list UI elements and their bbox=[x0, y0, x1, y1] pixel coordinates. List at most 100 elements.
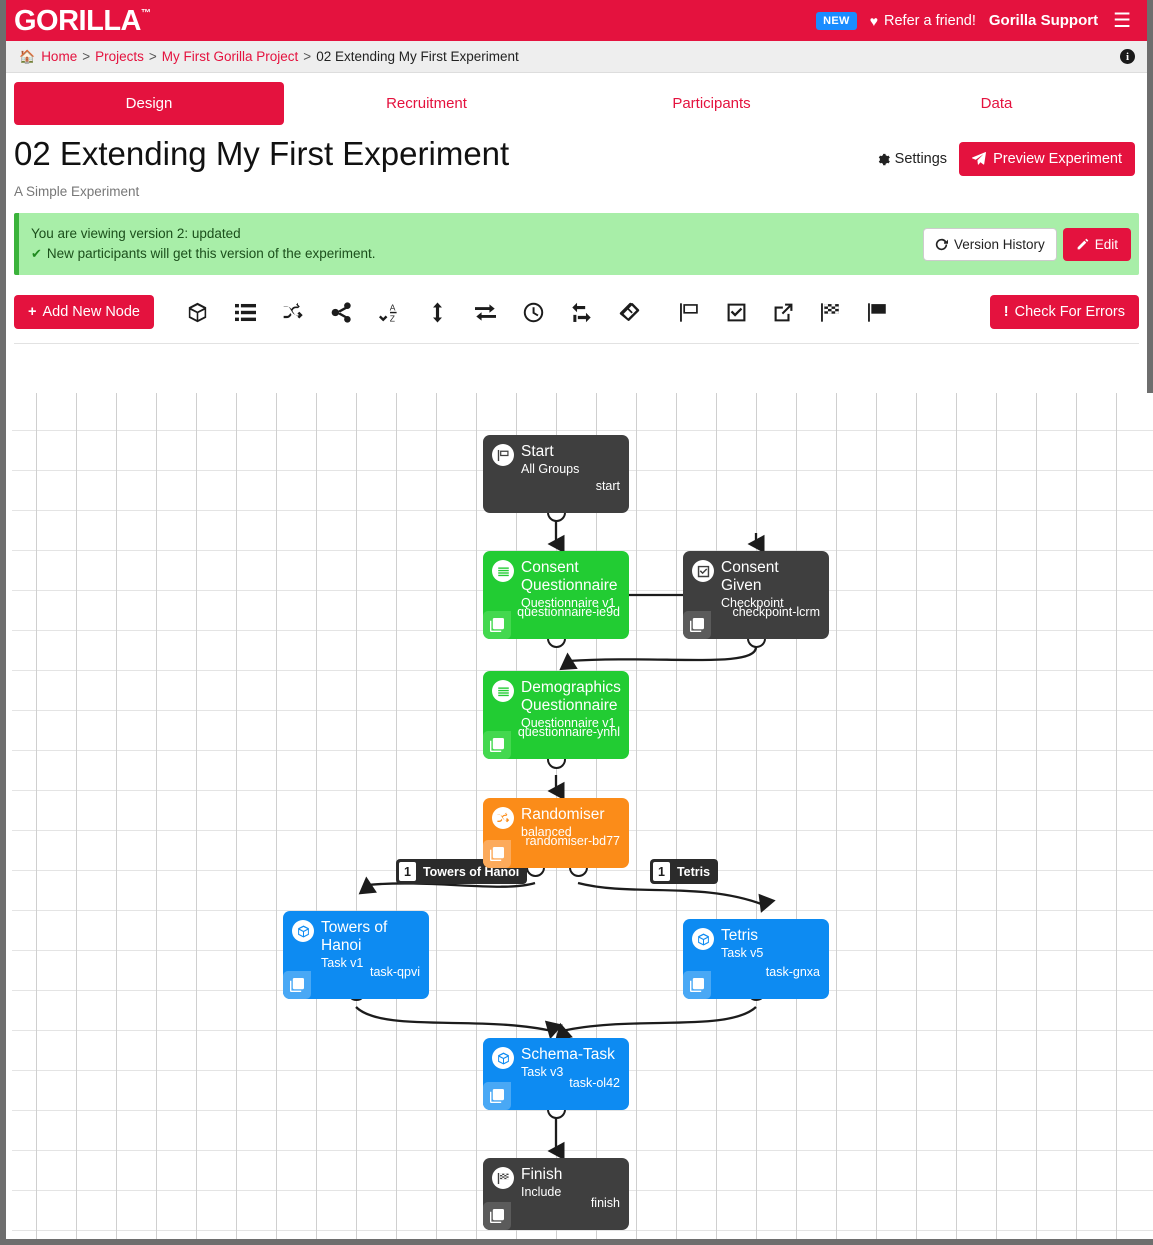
flag-checkered-icon[interactable] bbox=[819, 301, 841, 323]
version-banner-line2-row: ✔ New participants will get this version… bbox=[31, 244, 376, 264]
node-titles: Consent Questionnaire Questionnaire v1 bbox=[521, 559, 620, 611]
breadcrumb-item-project[interactable]: My First Gorilla Project bbox=[162, 49, 299, 64]
node-title: Finish bbox=[521, 1166, 563, 1183]
flow-node-finish[interactable]: Finish Include finish bbox=[483, 1158, 629, 1230]
paper-plane-icon bbox=[972, 152, 987, 165]
home-icon: 🏠 bbox=[19, 48, 36, 64]
node-id: task-qpvi bbox=[369, 965, 420, 979]
experiment-flow-canvas[interactable]: 1 Towers of Hanoi 1 Tetris Start All Gro… bbox=[12, 393, 1153, 1239]
gorilla-logo[interactable]: GORILLA ™ bbox=[14, 6, 151, 36]
edge-checkpoint-to-demographics bbox=[559, 646, 758, 671]
tab-data[interactable]: Data bbox=[854, 82, 1139, 125]
list-icon[interactable] bbox=[234, 301, 256, 323]
top-navigation-bar: GORILLA ™ NEW ♥ Refer a friend! Gorilla … bbox=[6, 0, 1147, 41]
flow-node-towers-of-hanoi[interactable]: Towers of Hanoi Task v1 task-qpvi bbox=[283, 911, 429, 999]
breadcrumb-item-current: 02 Extending My First Experiment bbox=[316, 49, 519, 64]
refer-a-friend-link[interactable]: ♥ Refer a friend! bbox=[870, 13, 976, 29]
check-for-errors-button[interactable]: ! Check For Errors bbox=[989, 295, 1139, 329]
duplicate-node-icon[interactable] bbox=[483, 731, 511, 759]
tab-participants[interactable]: Participants bbox=[569, 82, 854, 125]
breadcrumb-item-home[interactable]: Home bbox=[41, 49, 77, 64]
heart-icon: ♥ bbox=[869, 12, 878, 29]
breadcrumb-separator: > bbox=[148, 49, 157, 64]
hamburger-menu-icon[interactable]: ☰ bbox=[1111, 11, 1133, 31]
version-history-button[interactable]: Version History bbox=[922, 227, 1057, 261]
duplicate-node-icon[interactable] bbox=[683, 611, 711, 639]
top-nav-actions: NEW ♥ Refer a friend! Gorilla Support ☰ bbox=[816, 11, 1133, 31]
flag-solid-icon[interactable] bbox=[866, 301, 888, 323]
retweet-icon[interactable] bbox=[570, 301, 592, 323]
toolbar-flow-markers-group bbox=[678, 301, 888, 323]
check-square-icon bbox=[692, 560, 714, 582]
flag-outline-icon[interactable] bbox=[678, 301, 700, 323]
flow-node-demographics-questionnaire[interactable]: Demographics Questionnaire Questionnaire… bbox=[483, 671, 629, 759]
version-history-label: Version History bbox=[953, 236, 1045, 252]
settings-button[interactable]: Settings bbox=[877, 151, 947, 167]
plus-icon: + bbox=[28, 304, 37, 320]
flow-node-consent-questionnaire[interactable]: Consent Questionnaire Questionnaire v1 q… bbox=[483, 551, 629, 639]
settings-label: Settings bbox=[894, 151, 948, 167]
node-titles: Towers of Hanoi Task v1 bbox=[321, 919, 420, 971]
page-title: 02 Extending My First Experiment bbox=[14, 135, 510, 172]
flag-checkered-icon bbox=[492, 1167, 514, 1189]
flow-node-randomiser[interactable]: Randomiser balanced randomiser-bd77 bbox=[483, 798, 629, 868]
cube-icon[interactable] bbox=[186, 301, 208, 323]
duplicate-node-icon[interactable] bbox=[483, 611, 511, 639]
gorilla-support-link[interactable]: Gorilla Support bbox=[989, 12, 1098, 29]
duplicate-node-icon[interactable] bbox=[483, 840, 511, 868]
node-header: Demographics Questionnaire Questionnaire… bbox=[492, 679, 621, 731]
node-titles: Start All Groups bbox=[521, 443, 579, 477]
breadcrumb-separator: > bbox=[303, 49, 312, 64]
duplicate-node-icon[interactable] bbox=[683, 971, 711, 999]
node-header: Tetris Task v5 bbox=[692, 927, 820, 961]
node-id: checkpoint-lcrm bbox=[732, 605, 820, 619]
flow-node-consent-given[interactable]: Consent Given Checkpoint checkpoint-lcrm bbox=[683, 551, 829, 639]
node-header: Consent Given Checkpoint bbox=[692, 559, 820, 611]
exchange-icon[interactable] bbox=[474, 301, 496, 323]
flow-node-tetris[interactable]: Tetris Task v5 task-gnxa bbox=[683, 919, 829, 999]
branch-label-tetris[interactable]: 1 Tetris bbox=[650, 859, 719, 884]
check-for-errors-label: Check For Errors bbox=[1014, 304, 1125, 320]
flow-node-schema-task[interactable]: Schema-Task Task v3 task-ol42 bbox=[483, 1038, 629, 1110]
check-icon: ✔ bbox=[31, 246, 42, 261]
node-id: questionnaire-ynhl bbox=[517, 725, 620, 739]
version-banner-line2: New participants will get this version o… bbox=[46, 246, 376, 261]
node-header: Start All Groups bbox=[492, 443, 620, 477]
trademark-symbol: ™ bbox=[141, 7, 151, 19]
breadcrumb-item-projects[interactable]: Projects bbox=[95, 49, 144, 64]
info-circle-icon[interactable]: i bbox=[1120, 49, 1135, 64]
breadcrumb: 🏠 Home > Projects > My First Gorilla Pro… bbox=[19, 49, 519, 65]
add-new-node-button[interactable]: + Add New Node bbox=[14, 295, 154, 329]
tab-design[interactable]: Design bbox=[14, 82, 284, 125]
tab-recruitment[interactable]: Recruitment bbox=[284, 82, 569, 125]
external-link-icon[interactable] bbox=[772, 301, 794, 323]
node-subtitle: Task v5 bbox=[721, 946, 764, 960]
edit-button[interactable]: Edit bbox=[1062, 227, 1131, 261]
node-header: Towers of Hanoi Task v1 bbox=[292, 919, 420, 971]
clock-icon[interactable] bbox=[522, 301, 544, 323]
branch-share-icon[interactable] bbox=[330, 301, 352, 323]
check-square-icon[interactable] bbox=[725, 301, 747, 323]
branch-number: 1 bbox=[399, 862, 416, 881]
svg-text:A: A bbox=[389, 302, 395, 312]
node-id: randomiser-bd77 bbox=[525, 834, 621, 848]
flow-node-start[interactable]: Start All Groups start bbox=[483, 435, 629, 513]
node-id: finish bbox=[590, 1196, 620, 1210]
node-titles: Schema-Task Task v3 bbox=[521, 1046, 615, 1080]
preview-experiment-button[interactable]: Preview Experiment bbox=[959, 142, 1135, 176]
node-title: Schema-Task bbox=[521, 1046, 615, 1063]
shuffle-icon bbox=[492, 807, 514, 829]
sort-alpha-down-icon[interactable]: AZ bbox=[378, 301, 400, 323]
version-banner-actions: Version History Edit bbox=[922, 227, 1131, 261]
breadcrumb-separator: > bbox=[82, 49, 91, 64]
duplicate-node-icon[interactable] bbox=[483, 1202, 511, 1230]
node-title: Towers of Hanoi bbox=[321, 919, 388, 954]
node-titles: Demographics Questionnaire Questionnaire… bbox=[521, 679, 621, 731]
branch-number: 1 bbox=[653, 862, 670, 881]
eraser-icon[interactable] bbox=[618, 301, 640, 323]
duplicate-node-icon[interactable] bbox=[483, 1082, 511, 1110]
arrows-vertical-icon[interactable] bbox=[426, 301, 448, 323]
cube-icon bbox=[292, 920, 314, 942]
shuffle-icon[interactable] bbox=[282, 301, 304, 323]
duplicate-node-icon[interactable] bbox=[283, 971, 311, 999]
